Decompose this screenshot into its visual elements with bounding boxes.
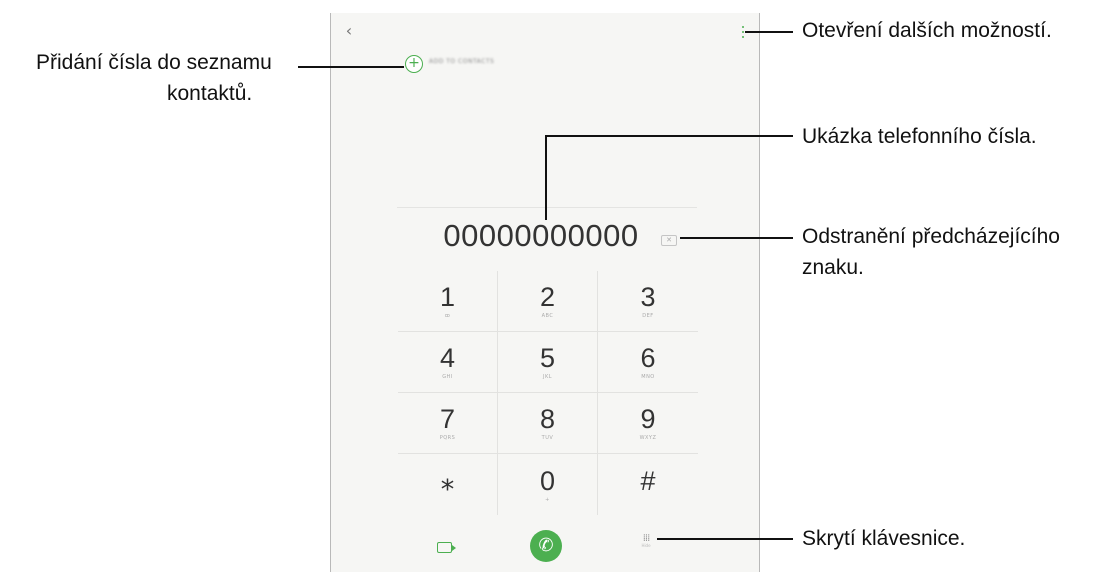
key-6[interactable]: 6 MNO: [598, 332, 698, 393]
hide-keypad-button[interactable]: ⁞⁞⁞ Hide: [639, 533, 653, 553]
key-hash[interactable]: #: [598, 454, 698, 515]
annotation-add-contact-2: kontaktů.: [167, 82, 253, 105]
divider: [397, 207, 697, 208]
key-digit: 7: [439, 404, 456, 434]
annotation-delete-prev-1: Odstranění předcházejícího: [802, 225, 1060, 248]
key-1[interactable]: 1ꝏ: [398, 271, 498, 332]
key-7[interactable]: 7 PQRS: [398, 393, 498, 454]
key-3[interactable]: 3 DEF: [598, 271, 698, 332]
bottom-bar: ✆ ⁞⁞⁞ Hide: [331, 525, 759, 565]
key-2[interactable]: 2 ABC: [498, 271, 598, 332]
key-letters: DEF: [642, 313, 654, 319]
key-4[interactable]: 4 GHI: [398, 332, 498, 393]
key-star[interactable]: ⁎: [398, 454, 498, 515]
callout-line-number-h: [545, 135, 793, 137]
key-digit: ⁎: [440, 465, 455, 496]
phone-screen: ‹ + ADD TO CONTACTS 00000000000 ✕ 1ꝏ 2 AB…: [330, 13, 760, 572]
callout-line-hide: [657, 538, 793, 540]
key-letters: ABC: [541, 313, 554, 319]
dialpad-icon: ⁞⁞⁞: [642, 533, 651, 544]
key-letters: JKL: [542, 374, 553, 380]
phone-number-display: 00000000000: [443, 218, 639, 253]
key-0[interactable]: 0 +: [498, 454, 598, 515]
key-digit: 5: [539, 343, 556, 373]
key-letters: +: [545, 496, 550, 503]
key-digit: 1: [439, 282, 456, 312]
key-8[interactable]: 8 TUV: [498, 393, 598, 454]
callout-line-add: [298, 66, 404, 68]
call-button[interactable]: ✆: [530, 530, 562, 562]
key-digit: 9: [640, 404, 656, 434]
backspace-icon[interactable]: ✕: [661, 235, 677, 246]
back-button[interactable]: ‹: [339, 21, 359, 41]
key-5[interactable]: 5 JKL: [498, 332, 598, 393]
key-digit: 2: [539, 282, 556, 312]
callout-line-more: [745, 31, 793, 33]
key-digit: 4: [439, 343, 456, 373]
key-digit: 0: [539, 465, 556, 496]
key-letters: MNO: [641, 374, 655, 380]
voicemail-icon: ꝏ: [444, 313, 451, 319]
key-letters: PQRS: [439, 435, 456, 441]
plus-circle-icon: +: [405, 55, 423, 73]
annotation-hide-keypad: Skrytí klávesnice.: [802, 527, 966, 550]
key-digit: #: [640, 465, 656, 496]
annotation-number-preview: Ukázka telefonního čísla.: [802, 125, 1037, 148]
annotation-add-contact-1: Přidání čísla do seznamu: [36, 51, 272, 74]
key-digit: 6: [640, 343, 656, 373]
key-letters: TUV: [541, 435, 554, 441]
phone-icon: ✆: [538, 535, 554, 556]
dial-keypad: 1ꝏ 2 ABC 3 DEF 4 GHI 5 JKL 6 MNO 7 PQRS 8 TUV 9…: [398, 271, 698, 515]
callout-line-backspace: [680, 237, 793, 239]
annotation-delete-prev-2: znaku.: [802, 256, 864, 279]
annotation-more-options: Otevření dalších možností.: [802, 19, 1052, 42]
key-letters: WXYZ: [639, 435, 657, 441]
hide-keypad-label: Hide: [641, 543, 651, 548]
key-digit: 8: [539, 404, 556, 434]
callout-line-number-v: [545, 135, 547, 220]
key-letters: GHI: [442, 374, 453, 380]
add-to-contacts-label: ADD TO CONTACTS: [429, 58, 495, 65]
key-digit: 3: [640, 282, 656, 312]
video-call-icon[interactable]: [437, 542, 456, 553]
key-9[interactable]: 9 WXYZ: [598, 393, 698, 454]
